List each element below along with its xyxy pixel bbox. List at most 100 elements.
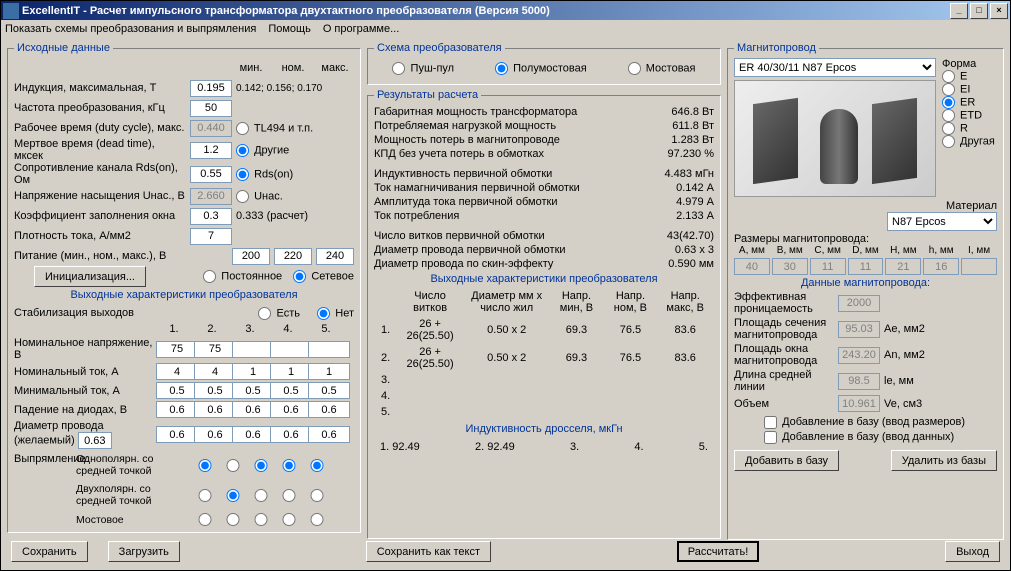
rect-1-4[interactable]	[282, 459, 296, 472]
rect-2-2[interactable]	[226, 489, 240, 502]
rect-1-1[interactable]	[198, 459, 212, 472]
vdrop-2[interactable]	[194, 401, 236, 418]
stab-yes[interactable]: Есть	[258, 307, 300, 320]
lbl-ae: Площадь сечения магнитопровода	[734, 317, 834, 341]
del-db-button[interactable]: Удалить из базы	[891, 450, 997, 471]
menu-about[interactable]: О программе...	[323, 23, 399, 35]
save-text-button[interactable]: Сохранить как текст	[366, 541, 491, 562]
inom-2[interactable]	[194, 363, 236, 380]
inp-jdens[interactable]	[190, 228, 232, 245]
wdia-1[interactable]	[156, 426, 198, 443]
stab-no[interactable]: Нет	[317, 307, 354, 320]
inp-dead[interactable]	[190, 142, 232, 159]
wdia-4[interactable]	[270, 426, 312, 443]
inp-freq[interactable]	[190, 100, 232, 117]
core-group: Магнитопровод ER 40/30/11 N87 Epcos Форм…	[727, 42, 1004, 540]
init-button[interactable]: Инициализация...	[34, 266, 146, 287]
close-button[interactable]: ×	[990, 3, 1008, 19]
scheme-full[interactable]: Мостовая	[628, 62, 696, 75]
rect-2-3[interactable]	[254, 489, 268, 502]
rect-1-5[interactable]	[310, 459, 324, 472]
rect-3-1[interactable]	[198, 513, 212, 526]
inp-induction[interactable]	[190, 80, 232, 97]
vdrop-5[interactable]	[308, 401, 350, 418]
form-EI[interactable]: EI	[942, 83, 997, 96]
imin-4[interactable]	[270, 382, 312, 399]
lbl-dead: Мертвое время (dead time), мксек	[14, 138, 186, 162]
form-Другая[interactable]: Другая	[942, 135, 997, 148]
mat-select[interactable]: N87 Epcos	[887, 212, 997, 231]
inom-5[interactable]	[308, 363, 350, 380]
inp-vmin[interactable]	[232, 248, 270, 265]
exit-button[interactable]: Выход	[945, 541, 1000, 562]
kfill-calc: 0.333 (расчет)	[236, 210, 354, 222]
wdia-5[interactable]	[308, 426, 350, 443]
inp-vnom[interactable]	[274, 248, 312, 265]
imin-5[interactable]	[308, 382, 350, 399]
vdrop-1[interactable]	[156, 401, 198, 418]
imin-1[interactable]	[156, 382, 198, 399]
form-ETD[interactable]: ETD	[942, 109, 997, 122]
rect-3-5[interactable]	[310, 513, 324, 526]
form-R[interactable]: R	[942, 122, 997, 135]
rect-1-3[interactable]	[254, 459, 268, 472]
unom-3[interactable]	[232, 341, 274, 358]
vdrop-3[interactable]	[232, 401, 274, 418]
calculate-button[interactable]: Рассчитать!	[677, 541, 759, 562]
form-E[interactable]: E	[942, 70, 997, 83]
wdia-3[interactable]	[232, 426, 274, 443]
rect-3-4[interactable]	[282, 513, 296, 526]
opt-const[interactable]: Постоянное	[203, 270, 282, 283]
inp-kfill[interactable]	[190, 208, 232, 225]
rect-3-3[interactable]	[254, 513, 268, 526]
inom-3[interactable]	[232, 363, 274, 380]
opt-other[interactable]: Другие	[236, 144, 354, 157]
rect-2-4[interactable]	[282, 489, 296, 502]
inp-vmax[interactable]	[316, 248, 354, 265]
scheme-push[interactable]: Пуш-пул	[392, 62, 454, 75]
core-legend: Магнитопровод	[734, 42, 819, 54]
rect-2-1[interactable]	[198, 489, 212, 502]
inom-4[interactable]	[270, 363, 312, 380]
results-legend: Результаты расчета	[374, 89, 481, 101]
rect-3-2[interactable]	[226, 513, 240, 526]
menu-help[interactable]: Помощь	[268, 23, 311, 35]
chk-add-data[interactable]: Добавление в базу (ввод данных)	[764, 431, 954, 443]
save-button[interactable]: Сохранить	[11, 541, 88, 562]
result-value: 43(42.70)	[644, 230, 714, 242]
inom-1[interactable]	[156, 363, 198, 380]
maximize-button[interactable]: □	[970, 3, 988, 19]
minimize-button[interactable]: _	[950, 3, 968, 19]
rect-opt3: Мостовое	[76, 514, 186, 526]
unom-4[interactable]	[270, 341, 312, 358]
scheme-group: Схема преобразователя Пуш-пул Полумостов…	[367, 42, 721, 85]
rect-2-5[interactable]	[310, 489, 324, 502]
core-select[interactable]: ER 40/30/11 N87 Epcos	[734, 58, 936, 77]
unom-2[interactable]	[194, 341, 236, 358]
vdrop-4[interactable]	[270, 401, 312, 418]
wdia-0[interactable]	[78, 432, 112, 449]
wdia-2[interactable]	[194, 426, 236, 443]
dim-label: Размеры магнитопровода:	[734, 233, 997, 245]
opt-mains[interactable]: Сетевое	[293, 270, 354, 283]
lbl-an: Площадь окна магнитопровода	[734, 343, 834, 367]
lbl-duty: Рабочее время (duty cycle), макс.	[14, 122, 186, 134]
imin-2[interactable]	[194, 382, 236, 399]
scheme-half[interactable]: Полумостовая	[495, 62, 587, 75]
unom-5[interactable]	[308, 341, 350, 358]
unom-1[interactable]	[156, 341, 198, 358]
dim-3	[848, 258, 884, 275]
dim-4	[885, 258, 921, 275]
menu-schemes[interactable]: Показать схемы преобразования и выпрямле…	[5, 23, 256, 35]
opt-rds[interactable]: Rds(on)	[236, 168, 354, 181]
load-button[interactable]: Загрузить	[108, 541, 180, 562]
lbl-jdens: Плотность тока, А/мм2	[14, 230, 186, 242]
imin-3[interactable]	[232, 382, 274, 399]
form-ER[interactable]: ER	[942, 96, 997, 109]
rect-1-2[interactable]	[226, 459, 240, 472]
opt-tl494[interactable]: TL494 и т.п.	[236, 122, 354, 135]
add-db-button[interactable]: Добавить в базу	[734, 450, 839, 471]
opt-usat[interactable]: Uнас.	[236, 190, 354, 203]
chk-add-dims[interactable]: Добавление в базу (ввод размеров)	[764, 416, 965, 428]
inp-rds[interactable]	[190, 166, 232, 183]
